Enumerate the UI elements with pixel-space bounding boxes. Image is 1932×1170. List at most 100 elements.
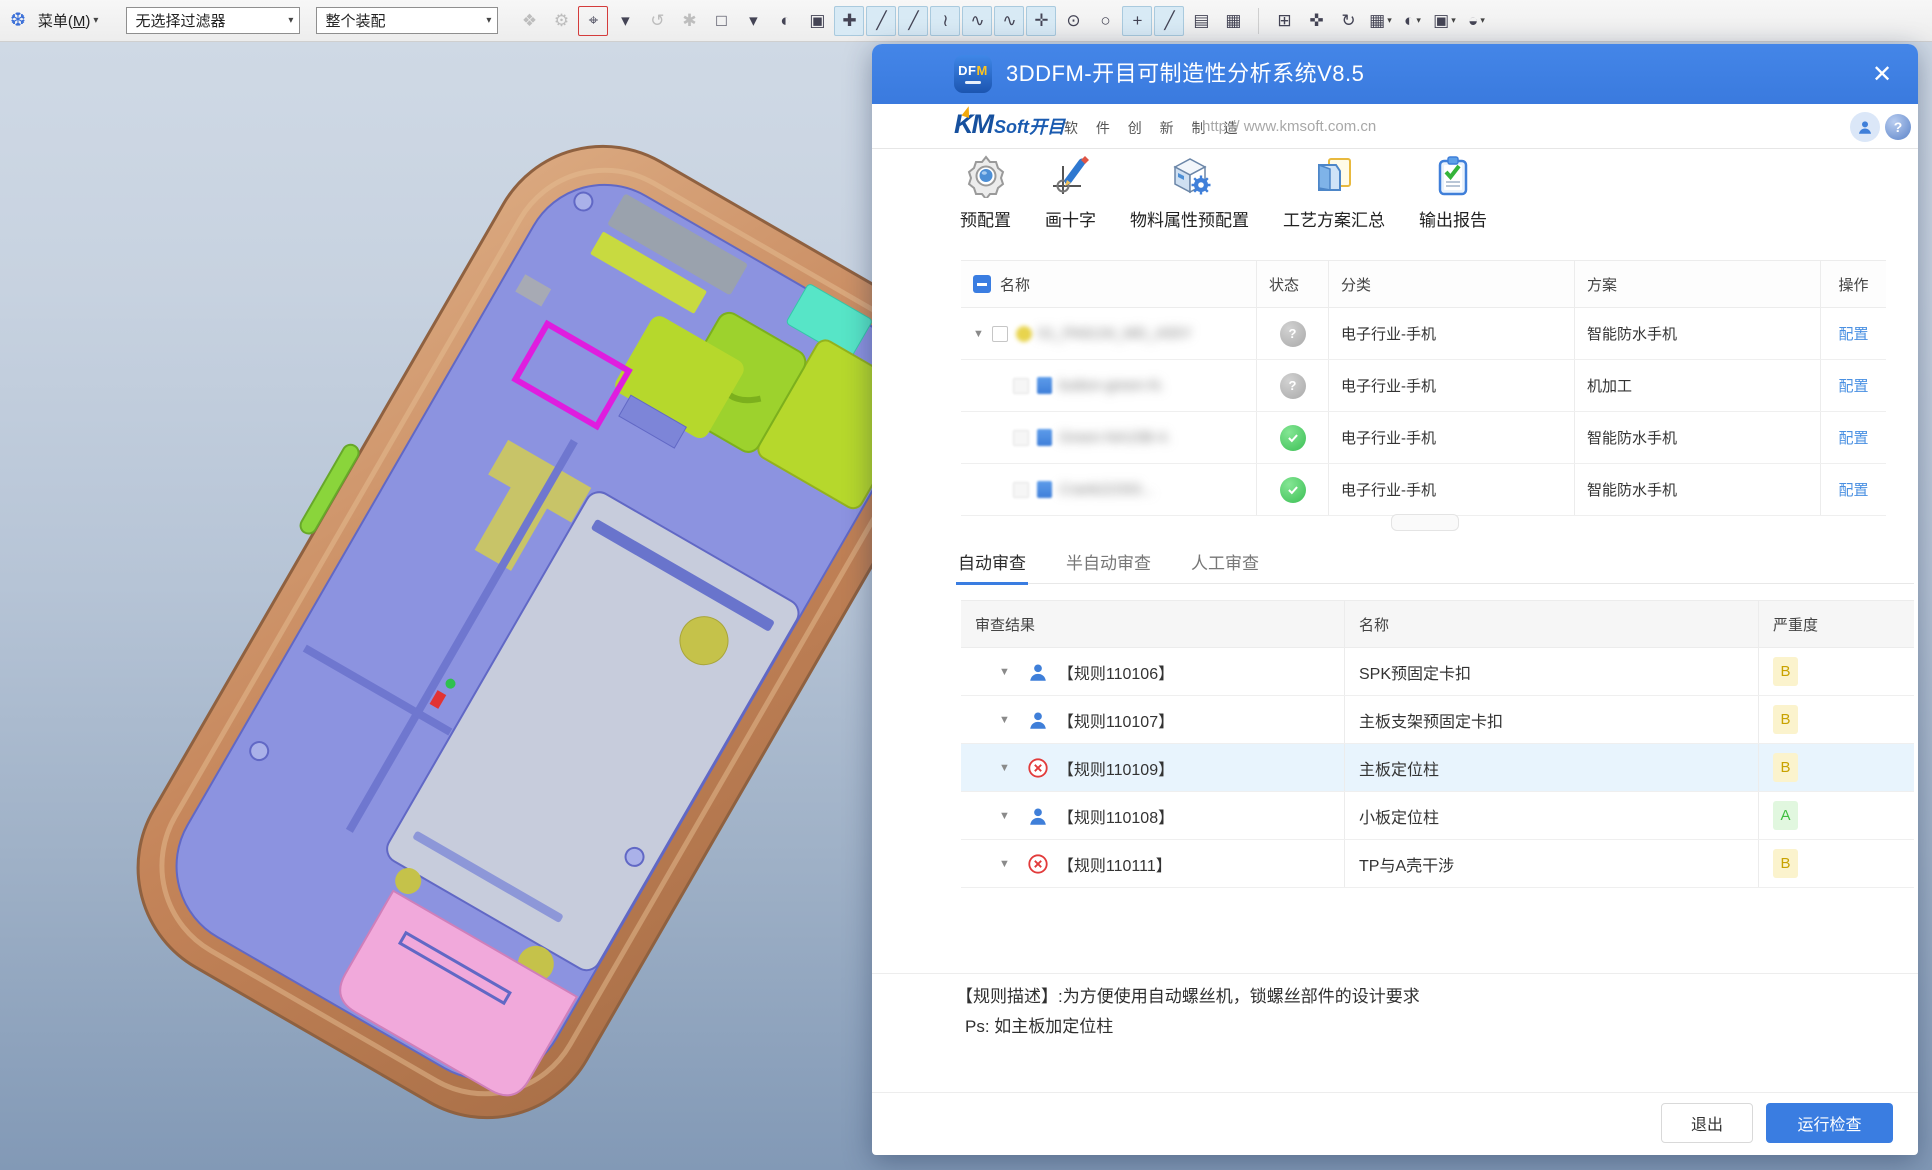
review-row[interactable]: ▼【规则110108】小板定位柱A (961, 792, 1914, 840)
tab-1[interactable]: 半自动审查 (1064, 541, 1153, 583)
tab-2[interactable]: 人工审查 (1189, 541, 1261, 583)
toolbar-rotate-view-icon[interactable]: ↻ (1333, 6, 1363, 36)
row-checkbox[interactable] (992, 326, 1008, 342)
component-name-blurred: button-green-N. (1059, 377, 1164, 394)
component-row[interactable]: ▼01_PA6134_MD_A55Y?电子行业-手机智能防水手机配置 (961, 308, 1886, 360)
toolbar-fit-curve-icon[interactable]: ∿ (994, 6, 1024, 36)
configure-link[interactable]: 配置 (1838, 479, 1868, 500)
expand-caret-icon[interactable]: ▼ (999, 666, 1010, 678)
review-rule-cell: ▼【规则110107】 (961, 696, 1345, 743)
rule-name: 小板定位柱 (1359, 804, 1439, 828)
tab-0[interactable]: 自动审查 (956, 541, 1028, 583)
review-row[interactable]: ▼【规则110107】主板支架预固定卡扣B (961, 696, 1914, 744)
toolbar-assembly-sequence-icon[interactable]: ✱ (674, 6, 704, 36)
toolbar-assembly-explode-icon[interactable]: ❖ (514, 6, 544, 36)
rule-id: 【规则110109】 (1058, 756, 1174, 780)
component-row[interactable]: Crank22333...电子行业-手机智能防水手机配置 (961, 464, 1886, 516)
rule-failed-icon (1027, 757, 1049, 779)
review-row[interactable]: ▼【规则110111】TP与A壳干涉B (961, 840, 1914, 888)
rule-id: 【规则110111】 (1058, 852, 1172, 876)
toolbar-datum-axis-icon[interactable]: ✛ (1026, 6, 1056, 36)
review-name-cell: 主板定位柱 (1345, 744, 1759, 791)
review-row[interactable]: ▼【规则110106】SPK预固定卡扣B (961, 648, 1914, 696)
toolbar-dynamic-handles-icon[interactable]: ✚ (834, 6, 864, 36)
toolbar-zoom-window-icon[interactable]: ⊞ (1269, 6, 1299, 36)
dialog-titlebar[interactable]: DFM 3DDFM-开目可制造性分析系统V8.5 ✕ (872, 44, 1918, 104)
toolbar-view-layout-icon[interactable]: ▦▾ (1365, 6, 1395, 36)
status-ok-icon (1280, 477, 1306, 503)
toolbar-view-orient-icon[interactable]: ▣▾ (1429, 6, 1459, 36)
review-rule-cell: ▼ 【规则110111】 (961, 840, 1345, 887)
component-name-cell: Green-NA15B-4. (961, 412, 1257, 463)
row-checkbox[interactable] (1013, 430, 1029, 446)
preconfig-icon (964, 152, 1008, 198)
toolbar-sketch-line-2-icon[interactable]: ╱ (898, 6, 928, 36)
expand-caret-icon[interactable]: ▼ (999, 714, 1010, 726)
expand-caret-icon[interactable]: ▼ (999, 762, 1010, 774)
component-name-blurred: Crank22333... (1059, 481, 1153, 498)
component-row[interactable]: button-green-N.?电子行业-手机机加工配置 (961, 360, 1886, 412)
severity-badge: A (1773, 801, 1798, 830)
review-mode-tabs: 自动审查半自动审查人工审查 (956, 541, 1914, 584)
part-doc-icon (1037, 377, 1052, 394)
review-row[interactable]: ▼【规则110109】主板定位柱B (961, 744, 1914, 792)
ribbon-item-process-summary[interactable]: 工艺方案汇总 (1283, 152, 1385, 231)
toolbar-select-marquee-icon[interactable]: □ (706, 6, 736, 36)
close-icon[interactable]: ✕ (1866, 58, 1898, 90)
expand-caret-icon[interactable]: ▼ (999, 858, 1010, 870)
components-table: 名称状态分类方案操作▼01_PA6134_MD_A55Y?电子行业-手机智能防水… (961, 260, 1886, 516)
toolbar-clip-section-icon[interactable]: ◒▾ (1461, 6, 1491, 36)
toolbar-select-marquee-caret-icon[interactable]: ▾ (738, 6, 768, 36)
cad-toolbar: ❆ 菜单(M) ▾ 无选择过滤器 ▾ 整个装配 ▾ ❖⚙⌖▾↺✱□▾◐▣✚╱╱≀… (0, 0, 1932, 42)
toolbar-solid-body-icon[interactable]: ▣ (802, 6, 832, 36)
dropdown-caret-icon: ▾ (1451, 15, 1456, 26)
expand-caret-icon[interactable]: ▼ (999, 810, 1010, 822)
help-icon[interactable]: ? (1885, 114, 1911, 140)
ribbon-item-material-preconfig[interactable]: 物料属性预配置 (1130, 152, 1249, 231)
toolbar-assembly-constraints-icon[interactable]: ⚙ (546, 6, 576, 36)
toolbar-point-icon[interactable]: ⊙ (1058, 6, 1088, 36)
rule-manual-icon (1027, 805, 1049, 827)
component-row[interactable]: Green-NA15B-4.电子行业-手机智能防水手机配置 (961, 412, 1886, 464)
toolbar-render-style-icon[interactable]: ◐▾ (1397, 6, 1427, 36)
rule-name: TP与A壳干涉 (1359, 852, 1454, 876)
toolbar-reposition-component-icon[interactable]: ↺ (642, 6, 672, 36)
user-account-icon[interactable] (1850, 112, 1880, 142)
rule-id: 【规则110106】 (1058, 660, 1174, 684)
toolbar-move-component-icon[interactable]: ⌖ (578, 6, 608, 36)
toolbar-move-component-caret-icon[interactable]: ▾ (610, 6, 640, 36)
select-all-checkbox[interactable] (973, 275, 991, 293)
toolbar-sketch-line-icon[interactable]: ╱ (866, 6, 896, 36)
scope-dropdown[interactable]: 整个装配 ▾ (316, 7, 498, 34)
row-checkbox[interactable] (1013, 482, 1029, 498)
selection-filter-dropdown[interactable]: 无选择过滤器 ▾ (126, 7, 300, 34)
toolbar-studio-spline-icon[interactable]: ∿ (962, 6, 992, 36)
component-category: 电子行业-手机 (1341, 323, 1436, 344)
ribbon-item-output-report[interactable]: 输出报告 (1419, 152, 1487, 231)
component-plan-cell: 智能防水手机 (1575, 412, 1821, 463)
ribbon-item-label: 画十字 (1045, 206, 1096, 231)
rule-name: 主板定位柱 (1359, 756, 1439, 780)
expand-caret-icon[interactable]: ▼ (973, 328, 984, 340)
configure-link[interactable]: 配置 (1838, 375, 1868, 396)
ribbon-item-draw-cross[interactable]: 画十字 (1045, 152, 1096, 231)
toolbar-shaded-view-icon[interactable]: ◐ (770, 6, 800, 36)
table-collapse-handle[interactable] (1391, 514, 1459, 531)
menu-button[interactable]: 菜单(M) ▾ (32, 6, 105, 35)
row-checkbox[interactable] (1013, 378, 1029, 394)
ribbon-item-preconfig[interactable]: 预配置 (960, 152, 1011, 231)
run-check-button[interactable]: 运行检查 (1766, 1103, 1893, 1143)
toolbar-datum-grid-icon[interactable]: ▦ (1218, 6, 1248, 36)
toolbar-plus-icon[interactable]: + (1122, 6, 1152, 36)
status-unknown-icon: ? (1280, 321, 1306, 347)
toolbar-profile-line-icon[interactable]: ╱ (1154, 6, 1184, 36)
configure-link[interactable]: 配置 (1838, 427, 1868, 448)
rule-description-line1: 【规则描述】:为方便使用自动螺丝机，锁螺丝部件的设计要求 (956, 982, 1420, 1007)
toolbar-arc-icon[interactable]: ○ (1090, 6, 1120, 36)
exit-button[interactable]: 退出 (1661, 1103, 1753, 1143)
configure-link[interactable]: 配置 (1838, 323, 1868, 344)
menu-mnemonic: M (73, 13, 86, 30)
toolbar-sheet-body-icon[interactable]: ▤ (1186, 6, 1216, 36)
toolbar-sketch-fillet-icon[interactable]: ≀ (930, 6, 960, 36)
toolbar-pan-view-icon[interactable]: ✜ (1301, 6, 1331, 36)
